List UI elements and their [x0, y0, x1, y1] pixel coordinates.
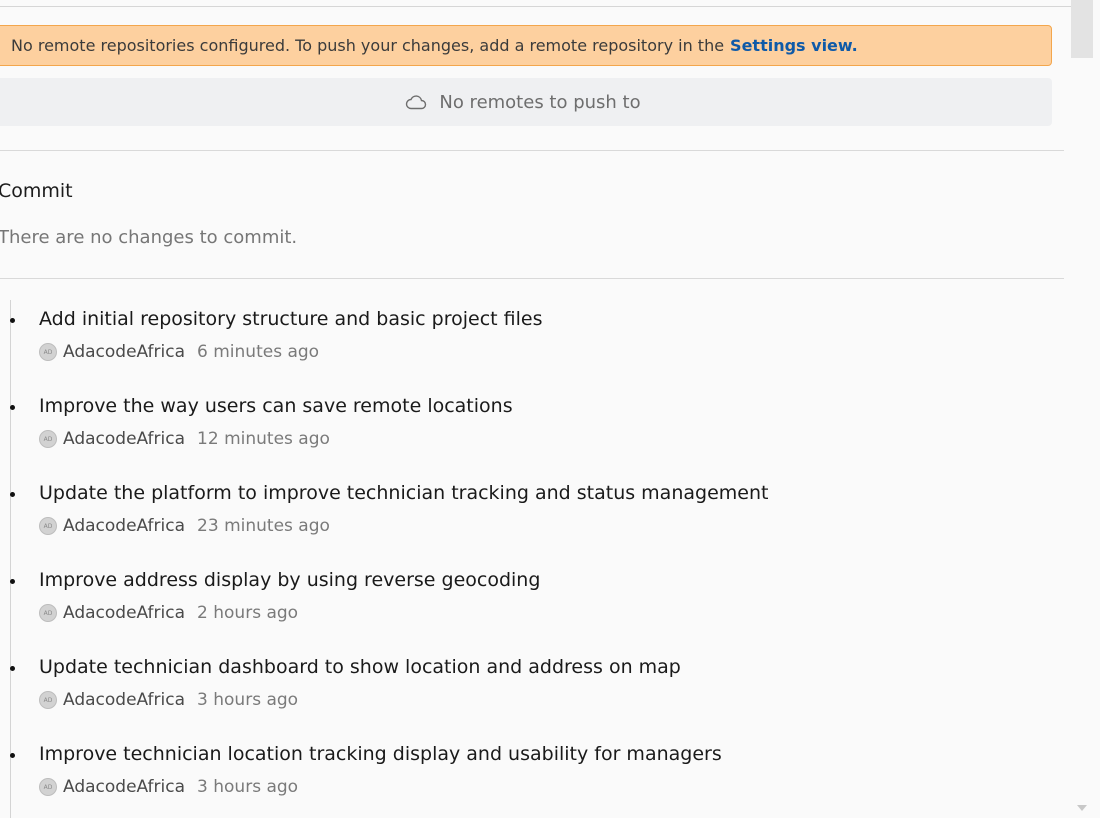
divider	[0, 150, 1064, 151]
commit-author: AdacodeAfrica	[63, 516, 186, 536]
divider	[0, 278, 1064, 279]
commit-item[interactable]: Update the platform to improve technicia…	[0, 482, 1060, 562]
timeline-dot	[10, 405, 15, 410]
commit-time: 3 hours ago	[197, 777, 299, 797]
settings-view-link[interactable]: Settings view.	[730, 36, 858, 55]
no-changes-message: There are no changes to commit.	[0, 227, 298, 248]
commit-item[interactable]: Improve the way users can save remote lo…	[0, 395, 1060, 475]
commit-time: 12 minutes ago	[197, 429, 330, 449]
commit-message[interactable]: Update technician dashboard to show loca…	[39, 656, 681, 678]
commit-item[interactable]: Add initial repository structure and bas…	[0, 308, 1060, 388]
timeline-dot	[10, 579, 15, 584]
commit-time: 23 minutes ago	[197, 516, 330, 536]
commit-item[interactable]: Improve address display by using reverse…	[0, 569, 1060, 649]
commit-meta: AD AdacodeAfrica 2 hours ago	[39, 603, 298, 623]
commit-author: AdacodeAfrica	[63, 342, 186, 362]
git-panel: No remote repositories configured. To pu…	[0, 0, 1100, 818]
commit-item[interactable]: Update technician dashboard to show loca…	[0, 656, 1060, 736]
avatar: AD	[39, 430, 57, 448]
avatar: AD	[39, 691, 57, 709]
commit-meta: AD AdacodeAfrica 3 hours ago	[39, 690, 298, 710]
commit-author: AdacodeAfrica	[63, 777, 186, 797]
avatar: AD	[39, 517, 57, 535]
commit-section-title: Commit	[0, 180, 73, 202]
push-button[interactable]: No remotes to push to	[0, 78, 1052, 126]
scrollbar-thumb[interactable]	[1071, 0, 1093, 58]
divider	[0, 6, 1072, 7]
avatar: AD	[39, 778, 57, 796]
commit-message[interactable]: Add initial repository structure and bas…	[39, 308, 542, 330]
commit-author: AdacodeAfrica	[63, 690, 186, 710]
commit-meta: AD AdacodeAfrica 23 minutes ago	[39, 516, 330, 536]
no-remote-warning: No remote repositories configured. To pu…	[0, 25, 1052, 66]
timeline-dot	[10, 318, 15, 323]
timeline-dot	[10, 492, 15, 497]
commit-author: AdacodeAfrica	[63, 603, 186, 623]
commit-time: 2 hours ago	[197, 603, 299, 623]
commit-meta: AD AdacodeAfrica 3 hours ago	[39, 777, 298, 797]
commit-meta: AD AdacodeAfrica 6 minutes ago	[39, 342, 319, 362]
avatar: AD	[39, 604, 57, 622]
commit-item[interactable]: Improve technician location tracking dis…	[0, 743, 1060, 818]
commit-time: 6 minutes ago	[197, 342, 320, 362]
push-button-label: No remotes to push to	[439, 91, 641, 113]
avatar: AD	[39, 343, 57, 361]
warning-text: No remote repositories configured. To pu…	[11, 36, 725, 55]
commit-message[interactable]: Improve technician location tracking dis…	[39, 743, 722, 765]
timeline-dot	[10, 753, 15, 758]
commit-meta: AD AdacodeAfrica 12 minutes ago	[39, 429, 330, 449]
commit-message[interactable]: Improve address display by using reverse…	[39, 569, 540, 591]
vertical-scrollbar[interactable]	[1071, 0, 1093, 818]
timeline-dot	[10, 666, 15, 671]
commit-time: 3 hours ago	[197, 690, 299, 710]
cloud-icon	[406, 95, 427, 110]
commit-author: AdacodeAfrica	[63, 429, 186, 449]
commit-message[interactable]: Update the platform to improve technicia…	[39, 482, 768, 504]
scroll-down-arrow-icon[interactable]	[1077, 805, 1087, 811]
commit-message[interactable]: Improve the way users can save remote lo…	[39, 395, 513, 417]
